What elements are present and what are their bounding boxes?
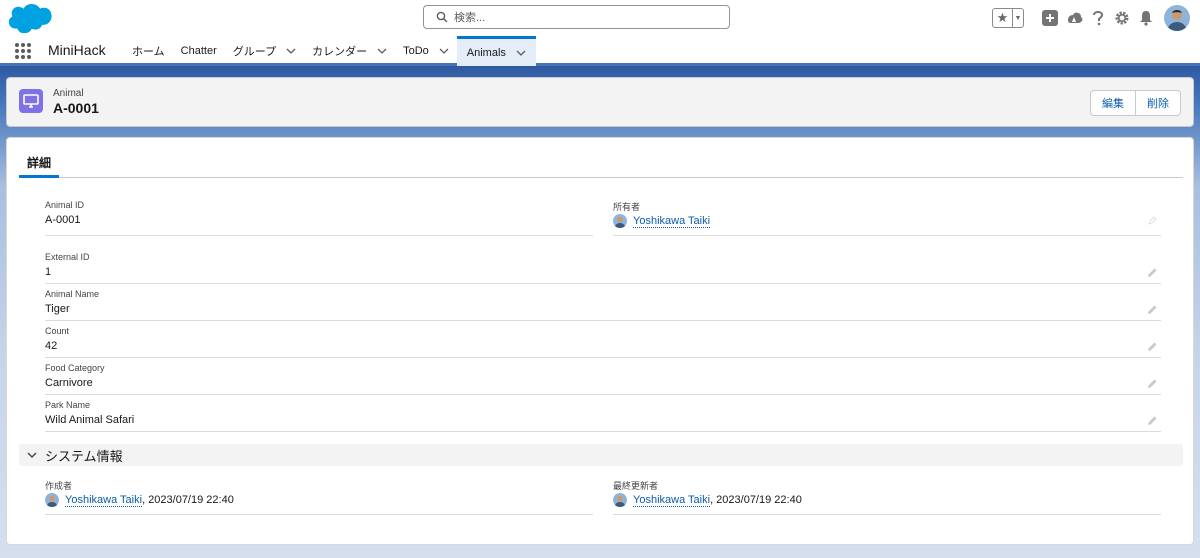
record-highlights: Animal A-0001 編集 削除 [6,77,1194,127]
nav-item-groups[interactable]: グループ [225,36,304,66]
field-food-category: Food Category Carnivore [45,363,1161,395]
nav-item-label: Animals [466,46,506,59]
field-value: Yoshikawa Taiki , 2023/07/19 22:40 [613,493,802,507]
last-modified-by-link[interactable]: Yoshikawa Taiki [633,494,711,507]
field-label: Park Name [45,400,91,410]
global-header: 検索... ★ ▼ [0,0,1200,36]
favorites-group: ★ ▼ [992,8,1024,28]
field-label: Animal Name [45,289,100,299]
nav-item-label: ToDo [403,45,429,57]
nav-item-label: グループ [232,46,277,58]
field-last-modified-by: 最終更新者 Yoshikawa Taiki , 2023/07/19 22:40 [613,479,1161,515]
nav-item-chatter[interactable]: Chatter [173,36,225,66]
record-title: A-0001 [53,100,99,116]
nav-items: ホーム Chatter グループ カレンダー ToDo Animals [124,36,536,66]
tab-bar: 詳細 [19,150,1183,178]
help-icon[interactable] [1086,6,1110,30]
pencil-icon[interactable] [1147,342,1157,352]
field-label: 最終更新者 [613,481,659,491]
favorites-menu-icon[interactable]: ▼ [1013,9,1023,27]
field-label: External ID [45,252,90,262]
chevron-down-icon[interactable] [439,46,449,56]
field-animal-id: Animal ID A-0001 [45,200,593,236]
last-modified-date: , 2023/07/19 22:40 [710,494,802,506]
chevron-down-icon[interactable] [516,48,526,58]
nav-item-calendar[interactable]: カレンダー [304,36,395,66]
created-date: , 2023/07/19 22:40 [142,494,234,506]
field-label: 作成者 [45,481,73,491]
field-value: Wild Animal Safari [45,414,135,426]
section-title: システム情報 [45,448,123,464]
record-actions: 編集 削除 [1090,90,1181,116]
field-value: Yoshikawa Taiki , 2023/07/19 22:40 [45,493,234,507]
avatar [613,214,627,228]
chevron-down-icon[interactable] [377,46,387,56]
edit-button[interactable]: 編集 [1091,91,1135,115]
field-value: Tiger [45,303,70,315]
app-nav-bar: MiniHack ホーム Chatter グループ カレンダー ToDo Ani… [0,36,1200,66]
field-value: 42 [45,340,58,352]
avatar [613,493,627,507]
nav-item-todo[interactable]: ToDo [395,36,457,66]
field-label: 所有者 [613,202,641,212]
pencil-icon[interactable] [1147,268,1157,278]
delete-button[interactable]: 削除 [1135,91,1180,115]
nav-item-label: ホーム [132,46,165,58]
field-external-id: External ID 1 [45,252,1161,284]
field-animal-name: Animal Name Tiger [45,289,1161,321]
salesforce-cloud-icon[interactable] [8,3,54,33]
bell-icon[interactable] [1134,6,1158,30]
field-count: Count 42 [45,326,1161,358]
field-value: Yoshikawa Taiki [613,214,711,228]
record-detail-card: 詳細 Animal ID A-0001 所有者 Yoshikawa Taiki … [6,137,1194,545]
app-launcher-icon[interactable] [14,42,32,60]
pencil-icon[interactable] [1147,379,1157,389]
nav-item-home[interactable]: ホーム [124,36,173,66]
field-value: A-0001 [45,214,81,226]
header-utilities: ★ ▼ [992,3,1190,33]
search-placeholder: 検索... [454,12,486,24]
field-value: Carnivore [45,377,93,389]
field-value: 1 [45,266,52,278]
nav-item-label: カレンダー [312,46,368,58]
field-created-by: 作成者 Yoshikawa Taiki , 2023/07/19 22:40 [45,479,593,515]
gear-icon[interactable] [1110,6,1134,30]
nav-item-label: Chatter [180,45,217,57]
field-label: Count [45,326,70,336]
chevron-down-icon [27,452,37,458]
tab-details[interactable]: 詳細 [19,150,60,178]
pencil-icon[interactable] [1147,416,1157,426]
field-park-name: Park Name Wild Animal Safari [45,400,1161,432]
add-icon[interactable] [1038,6,1062,30]
app-name: MiniHack [48,42,106,58]
change-owner-icon[interactable] [1147,216,1157,226]
object-icon [19,89,43,113]
search-icon [436,11,448,23]
star-icon[interactable]: ★ [993,9,1013,27]
record-object-label: Animal [53,88,84,99]
field-label: Food Category [45,363,105,373]
trailhead-icon[interactable] [1062,6,1086,30]
field-owner: 所有者 Yoshikawa Taiki [613,200,1161,236]
global-search[interactable]: 検索... [423,5,730,29]
avatar [45,493,59,507]
chevron-down-icon[interactable] [286,46,296,56]
user-avatar[interactable] [1164,5,1190,31]
field-label: Animal ID [45,200,85,210]
system-info-section-header[interactable]: システム情報 [19,444,1183,466]
nav-item-animals[interactable]: Animals [456,36,536,66]
created-by-link[interactable]: Yoshikawa Taiki [65,494,143,507]
owner-link[interactable]: Yoshikawa Taiki [633,215,711,228]
pencil-icon[interactable] [1147,305,1157,315]
